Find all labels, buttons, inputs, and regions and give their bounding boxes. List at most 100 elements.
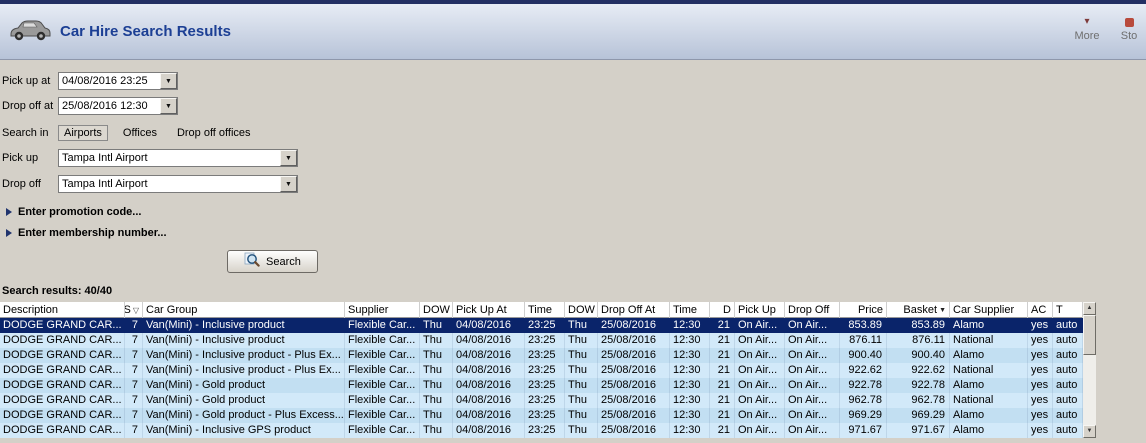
cell-seats: 7 [125, 378, 143, 393]
cell-days: 21 [710, 318, 735, 333]
cell-description: DODGE GRAND CAR... [0, 378, 125, 393]
cell-basket: 922.78 [887, 378, 950, 393]
chevron-down-icon[interactable]: ▼ [280, 176, 297, 192]
cell-pick_up: On Air... [735, 348, 785, 363]
chevron-down-icon[interactable]: ▼ [280, 150, 297, 166]
cell-basket: 962.78 [887, 393, 950, 408]
cell-supplier: Flexible Car... [345, 333, 420, 348]
column-header-car_group[interactable]: Car Group [143, 302, 345, 318]
drop-off-location-combobox[interactable]: Tampa Intl Airport ▼ [58, 175, 298, 193]
scroll-down-icon[interactable]: ▼ [1083, 425, 1096, 438]
column-header-seats[interactable]: S▽ [125, 302, 143, 318]
cell-t: auto [1053, 363, 1083, 378]
scrollbar-track[interactable] [1083, 355, 1096, 425]
scrollbar-thumb[interactable] [1083, 315, 1096, 355]
cell-seats: 7 [125, 423, 143, 438]
cell-pick_up_at: 04/08/2016 [453, 378, 525, 393]
more-label: More [1074, 30, 1100, 42]
cell-price: 922.62 [840, 363, 887, 378]
cell-seats: 7 [125, 393, 143, 408]
cell-car_supplier: National [950, 363, 1028, 378]
column-header-supplier[interactable]: Supplier [345, 302, 420, 318]
cell-dow1: Thu [420, 348, 453, 363]
cell-time1: 23:25 [525, 318, 565, 333]
chevron-down-icon[interactable]: ▼ [160, 98, 177, 114]
table-row[interactable]: DODGE GRAND CAR... 7 Van(Mini) - Inclusive… [0, 333, 1083, 348]
column-header-days[interactable]: D [710, 302, 735, 318]
column-header-drop_off_at[interactable]: Drop Off At [598, 302, 670, 318]
column-header-basket[interactable]: Basket ▼ [887, 302, 950, 318]
cell-days: 21 [710, 363, 735, 378]
table-row[interactable]: DODGE GRAND CAR... 7 Van(Mini) - Gold prod… [0, 408, 1083, 423]
vertical-scrollbar[interactable]: ▲ ▼ [1083, 302, 1096, 438]
cell-basket: 853.89 [887, 318, 950, 333]
table-row[interactable]: DODGE GRAND CAR... 7 Van(Mini) - Inclusive… [0, 348, 1083, 363]
cell-seats: 7 [125, 318, 143, 333]
cell-basket: 922.62 [887, 363, 950, 378]
stop-button[interactable]: Sto [1114, 16, 1144, 42]
search-button[interactable]: Search [227, 250, 318, 273]
table-row[interactable]: DODGE GRAND CAR... 7 Van(Mini) - Inclusive… [0, 318, 1083, 333]
membership-number-label: Enter membership number... [18, 227, 167, 239]
table-row[interactable]: DODGE GRAND CAR... 7 Van(Mini) - Gold prod… [0, 378, 1083, 393]
cell-description: DODGE GRAND CAR... [0, 318, 125, 333]
right-filler [1096, 302, 1146, 438]
column-header-pick_up[interactable]: Pick Up [735, 302, 785, 318]
cell-dow2: Thu [565, 333, 598, 348]
tab-airports[interactable]: Airports [58, 125, 108, 141]
table-row[interactable]: DODGE GRAND CAR... 7 Van(Mini) - Inclusive… [0, 423, 1083, 438]
drop-off-at-combobox[interactable]: 25/08/2016 12:30 ▼ [58, 97, 178, 115]
column-header-pick_up_at[interactable]: Pick Up At [453, 302, 525, 318]
cell-car_supplier: Alamo [950, 423, 1028, 438]
tab-drop-off-offices[interactable]: Drop off offices [172, 126, 256, 140]
cell-dow1: Thu [420, 333, 453, 348]
column-header-price[interactable]: Price [840, 302, 887, 318]
cell-t: auto [1053, 348, 1083, 363]
header-actions: ▾ More Sto [1072, 16, 1144, 42]
cell-pick_up_at: 04/08/2016 [453, 318, 525, 333]
cell-description: DODGE GRAND CAR... [0, 348, 125, 363]
cell-description: DODGE GRAND CAR... [0, 423, 125, 438]
search-form: Pick up at 04/08/2016 23:25 ▼ Drop off a… [0, 72, 1146, 273]
column-header-t[interactable]: T [1053, 302, 1083, 318]
column-header-ac[interactable]: AC [1028, 302, 1053, 318]
cell-drop_off_at: 25/08/2016 [598, 363, 670, 378]
cell-time2: 12:30 [670, 318, 710, 333]
column-header-time1[interactable]: Time [525, 302, 565, 318]
cell-drop_off_at: 25/08/2016 [598, 408, 670, 423]
stop-icon [1124, 16, 1134, 30]
pick-up-location-combobox[interactable]: Tampa Intl Airport ▼ [58, 149, 298, 167]
header: Car Hire Search Results ▾ More Sto [0, 4, 1146, 60]
cell-ac: yes [1028, 408, 1053, 423]
cell-car_group: Van(Mini) - Inclusive product [143, 318, 345, 333]
column-header-time2[interactable]: Time [670, 302, 710, 318]
scroll-up-icon[interactable]: ▲ [1083, 302, 1096, 315]
chevron-down-icon[interactable]: ▼ [160, 73, 177, 89]
column-header-drop_off[interactable]: Drop Off [785, 302, 840, 318]
promotion-code-expander[interactable]: Enter promotion code... [6, 205, 1146, 219]
cell-drop_off: On Air... [785, 318, 840, 333]
cell-t: auto [1053, 408, 1083, 423]
table-row[interactable]: DODGE GRAND CAR... 7 Van(Mini) - Inclusive… [0, 363, 1083, 378]
cell-drop_off: On Air... [785, 333, 840, 348]
table-row[interactable]: DODGE GRAND CAR... 7 Van(Mini) - Gold prod… [0, 393, 1083, 408]
column-header-dow2[interactable]: DOW [565, 302, 598, 318]
column-header-dow1[interactable]: DOW [420, 302, 453, 318]
cell-time2: 12:30 [670, 378, 710, 393]
cell-pick_up: On Air... [735, 363, 785, 378]
column-header-description[interactable]: Description [0, 302, 125, 318]
pick-up-at-combobox[interactable]: 04/08/2016 23:25 ▼ [58, 72, 178, 90]
membership-number-expander[interactable]: Enter membership number... [6, 226, 1146, 240]
column-header-car_supplier[interactable]: Car Supplier [950, 302, 1028, 318]
cell-supplier: Flexible Car... [345, 378, 420, 393]
app-window: Car Hire Search Results ▾ More Sto Pick … [0, 0, 1146, 438]
tab-offices[interactable]: Offices [118, 126, 162, 140]
cell-car_group: Van(Mini) - Gold product [143, 393, 345, 408]
page-title: Car Hire Search Results [60, 23, 231, 40]
more-button[interactable]: ▾ More [1072, 16, 1102, 42]
cell-time1: 23:25 [525, 378, 565, 393]
cell-days: 21 [710, 423, 735, 438]
cell-description: DODGE GRAND CAR... [0, 393, 125, 408]
results-summary: Search results: 40/40 [2, 285, 113, 297]
cell-supplier: Flexible Car... [345, 318, 420, 333]
